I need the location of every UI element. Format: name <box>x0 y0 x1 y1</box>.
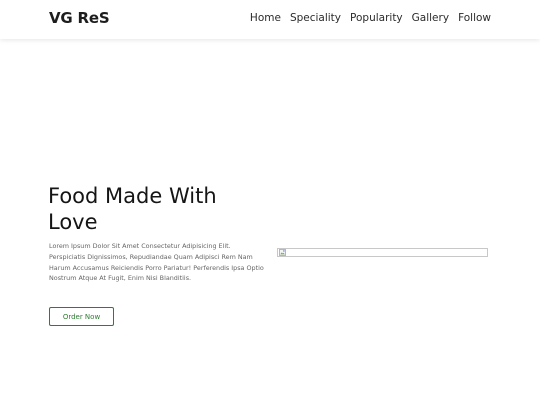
order-now-button[interactable]: Order Now <box>49 307 114 326</box>
nav-gallery[interactable]: Gallery <box>412 12 449 25</box>
nav-popularity[interactable]: Popularity <box>350 12 403 25</box>
logo[interactable]: VG ReS <box>49 9 110 27</box>
hero-title: Food Made With Love <box>48 184 217 234</box>
hero-image <box>277 248 488 257</box>
nav-follow[interactable]: Follow <box>458 12 491 25</box>
nav-speciality[interactable]: Speciality <box>290 12 341 25</box>
hero-description: Lorem Ipsum Dolor Sit Amet Consectetur A… <box>49 242 264 283</box>
main-nav: Home Speciality Popularity Gallery Follo… <box>250 12 491 25</box>
nav-home[interactable]: Home <box>250 12 281 25</box>
broken-image-icon <box>279 249 286 256</box>
site-header: VG ReS Home Speciality Popularity Galler… <box>0 0 540 39</box>
